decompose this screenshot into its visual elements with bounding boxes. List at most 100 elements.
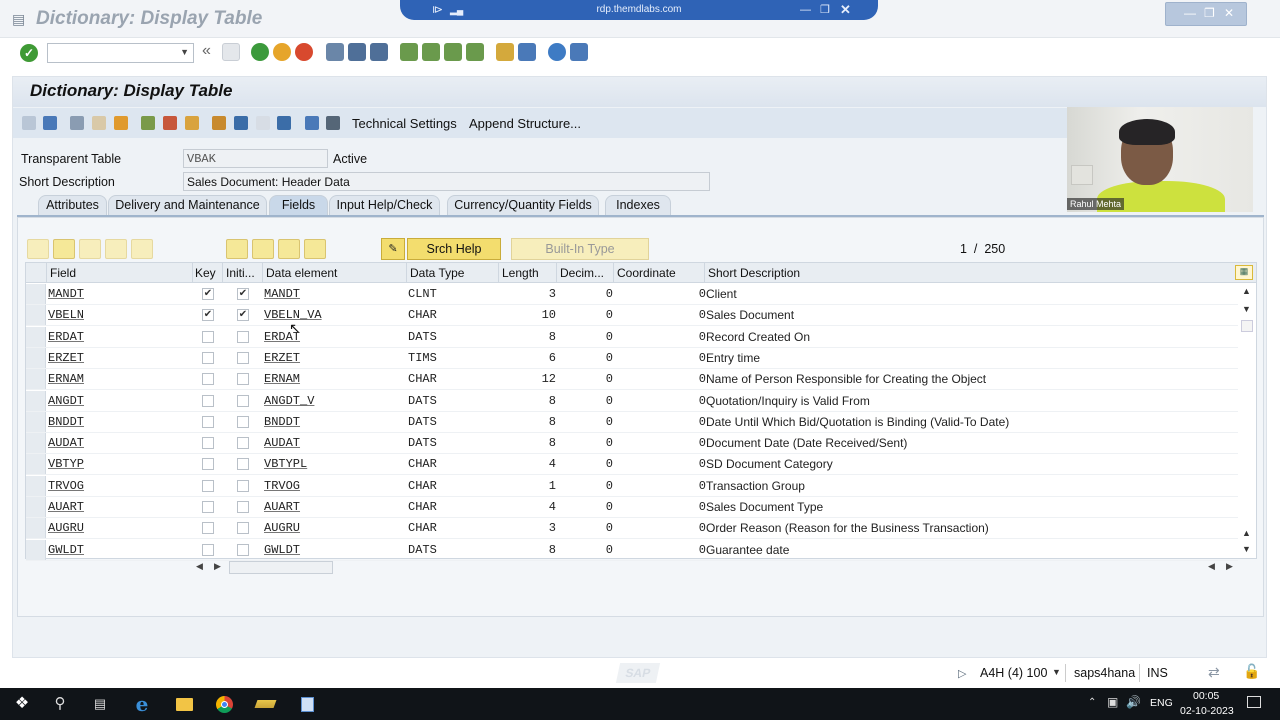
field-name-cell[interactable]: GWLDT bbox=[48, 543, 84, 557]
initial-checkbox[interactable] bbox=[237, 394, 249, 407]
field-name-cell[interactable]: ERDAT bbox=[48, 330, 84, 344]
save-icon[interactable] bbox=[222, 43, 240, 61]
network-icon[interactable]: ▣ bbox=[1107, 695, 1118, 709]
append-structure-button[interactable]: Append Structure... bbox=[469, 116, 581, 131]
search-help-button[interactable]: Srch Help bbox=[407, 238, 501, 260]
task-view-icon[interactable]: ▤ bbox=[88, 693, 112, 715]
column-header-data-type[interactable]: Data Type bbox=[410, 266, 464, 280]
row-selector[interactable] bbox=[26, 369, 46, 390]
initial-checkbox[interactable]: ✔ bbox=[237, 288, 249, 300]
row-selector[interactable] bbox=[26, 539, 46, 560]
row-selector[interactable] bbox=[26, 411, 46, 432]
column-header-decimals[interactable]: Decim... bbox=[560, 266, 604, 280]
initial-checkbox[interactable] bbox=[237, 458, 249, 471]
field-name-cell[interactable]: AUDAT bbox=[48, 436, 84, 450]
field-name-cell[interactable]: VBELN bbox=[48, 308, 84, 322]
layout-icon[interactable] bbox=[570, 43, 588, 61]
play-icon[interactable]: ▷ bbox=[958, 667, 966, 680]
collapse-icon[interactable]: « bbox=[202, 42, 211, 60]
key-checkbox[interactable] bbox=[202, 458, 214, 471]
filter-icon[interactable] bbox=[226, 239, 248, 259]
print-icon[interactable] bbox=[326, 43, 344, 61]
data-element-cell[interactable]: ANGDT_V bbox=[264, 394, 314, 408]
language-indicator[interactable]: ENG bbox=[1150, 697, 1173, 709]
paste-icon[interactable] bbox=[79, 239, 101, 259]
select-all-icon[interactable] bbox=[252, 239, 274, 259]
scroll-thumb[interactable] bbox=[1241, 320, 1253, 332]
next-object-icon[interactable] bbox=[43, 116, 57, 130]
cut-icon[interactable] bbox=[27, 239, 49, 259]
initial-checkbox[interactable]: ✔ bbox=[237, 309, 249, 322]
tab-indexes[interactable]: Indexes bbox=[605, 195, 671, 215]
page-up-icon[interactable]: ▲ bbox=[1242, 528, 1251, 538]
scroll-left-end-icon[interactable]: ◀ bbox=[1208, 561, 1215, 572]
pin-icon[interactable]: ⧐ bbox=[432, 0, 443, 20]
previous-object-icon[interactable] bbox=[22, 116, 36, 130]
sap-logon-icon[interactable] bbox=[253, 693, 277, 715]
table-row[interactable]: TRVOG TRVOG CHAR 1 0 0 Transaction Group bbox=[26, 475, 1238, 497]
data-element-cell[interactable]: ERNAM bbox=[264, 372, 300, 386]
check-icon[interactable]: ✓ bbox=[20, 44, 38, 62]
field-name-cell[interactable]: AUGRU bbox=[48, 521, 84, 535]
initial-checkbox[interactable] bbox=[237, 543, 249, 556]
key-checkbox[interactable] bbox=[202, 415, 214, 428]
tab-currency-quantity[interactable]: Currency/Quantity Fields bbox=[447, 195, 599, 215]
chevron-down-icon[interactable]: ▼ bbox=[180, 47, 189, 57]
initial-checkbox[interactable] bbox=[237, 415, 249, 428]
horizontal-scrollbar[interactable]: ◀ ▶ ◀ ▶ bbox=[196, 561, 1236, 575]
display-change-icon[interactable] bbox=[70, 116, 84, 130]
table-row[interactable]: ERDAT ERDAT DATS 8 0 0 Record Created On bbox=[26, 326, 1238, 348]
technical-settings-button[interactable]: Technical Settings bbox=[352, 116, 457, 131]
row-selector[interactable] bbox=[26, 284, 46, 304]
object-list-icon[interactable] bbox=[256, 116, 270, 130]
first-page-icon[interactable] bbox=[400, 43, 418, 61]
key-checkbox[interactable] bbox=[202, 351, 214, 364]
connection-icon[interactable]: ⇄ bbox=[1208, 664, 1220, 681]
scroll-up-icon[interactable]: ▲ bbox=[1242, 286, 1251, 296]
scroll-left-icon[interactable]: ◀ bbox=[196, 561, 203, 572]
page-down-icon[interactable]: ▼ bbox=[1242, 544, 1251, 554]
data-element-cell[interactable]: AUGRU bbox=[264, 521, 300, 535]
data-element-cell[interactable]: AUART bbox=[264, 500, 300, 514]
close-icon[interactable]: ✕ bbox=[1224, 6, 1234, 20]
data-element-cell[interactable]: BNDDT bbox=[264, 415, 300, 429]
initial-checkbox[interactable] bbox=[237, 351, 249, 364]
initial-checkbox[interactable] bbox=[237, 373, 249, 386]
built-in-type-button[interactable]: Built-In Type bbox=[511, 238, 649, 260]
tray-expand-icon[interactable]: ⌃ bbox=[1088, 697, 1096, 708]
rdp-connection-bar[interactable]: ⧐ ▂▄ rdp.themdlabs.com — ❐ ✕ bbox=[400, 0, 878, 20]
column-header-coordinate[interactable]: Coordinate bbox=[617, 266, 676, 280]
chevron-down-icon[interactable]: ▼ bbox=[1052, 667, 1061, 677]
scroll-right-icon[interactable]: ▶ bbox=[214, 561, 221, 572]
row-selector[interactable] bbox=[26, 475, 46, 496]
initial-checkbox[interactable] bbox=[237, 501, 249, 513]
minimize-icon[interactable]: — bbox=[1184, 6, 1196, 20]
notification-icon[interactable] bbox=[1247, 696, 1261, 708]
initial-checkbox[interactable] bbox=[237, 522, 249, 535]
table-row[interactable]: VBTYP VBTYPL CHAR 4 0 0 SD Document Category bbox=[26, 454, 1238, 476]
field-name-cell[interactable]: VBTYP bbox=[48, 457, 84, 471]
other-object-icon[interactable] bbox=[114, 116, 128, 130]
tab-fields[interactable]: Fields bbox=[269, 195, 328, 215]
data-element-cell[interactable]: AUDAT bbox=[264, 436, 300, 450]
table-row[interactable]: BNDDT BNDDT DATS 8 0 0 Date Until Which Bid/Qu… bbox=[26, 411, 1238, 433]
table-icon[interactable] bbox=[326, 116, 340, 130]
check-object-icon[interactable] bbox=[141, 116, 155, 130]
row-selector[interactable] bbox=[26, 390, 46, 411]
initial-checkbox[interactable] bbox=[237, 330, 249, 343]
next-page-icon[interactable] bbox=[444, 43, 462, 61]
field-name-cell[interactable]: ERZET bbox=[48, 351, 84, 365]
remote-desktop-icon[interactable] bbox=[295, 693, 319, 715]
data-element-cell[interactable]: MANDT bbox=[264, 287, 300, 301]
row-selector[interactable] bbox=[26, 347, 46, 368]
exit-icon[interactable] bbox=[273, 43, 291, 61]
key-checkbox[interactable] bbox=[202, 394, 214, 407]
column-config-icon[interactable]: ▦ bbox=[1235, 265, 1253, 280]
restore-icon[interactable]: ❐ bbox=[1204, 6, 1215, 20]
edit-icon[interactable] bbox=[163, 116, 177, 130]
row-selector[interactable] bbox=[26, 454, 46, 475]
column-header-length[interactable]: Length bbox=[502, 266, 539, 280]
column-header-short-description[interactable]: Short Description bbox=[708, 266, 800, 280]
folder-icon[interactable] bbox=[172, 693, 196, 715]
insert-row-icon[interactable] bbox=[105, 239, 127, 259]
